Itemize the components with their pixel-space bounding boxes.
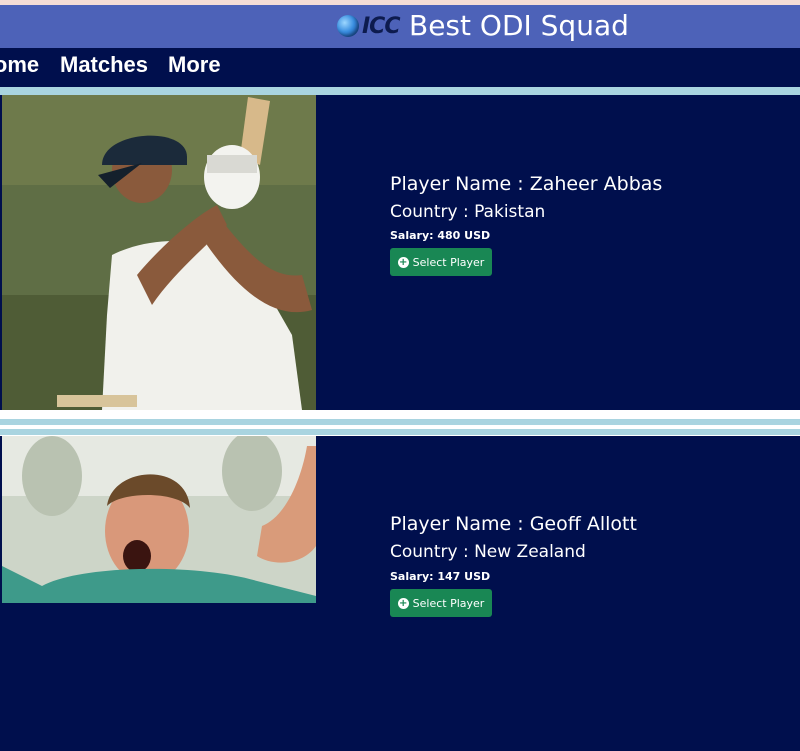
icc-logo[interactable]: ICC: [337, 13, 400, 39]
player-name: Player Name : Zaheer Abbas: [390, 173, 663, 195]
select-player-button[interactable]: + Select Player: [390, 248, 492, 276]
player-card: Player Name : Geoff Allott Country : New…: [0, 436, 800, 751]
nav-item-home[interactable]: Home: [0, 52, 39, 78]
logo-text: ICC: [362, 13, 400, 39]
plus-circle-icon: +: [397, 597, 409, 609]
title-bar: ICC Best ODI Squad: [0, 5, 800, 48]
separator: [0, 429, 800, 435]
player-card: Player Name : Zaheer Abbas Country : Pak…: [0, 95, 800, 410]
player-photo: [2, 95, 316, 410]
cricket-ball-icon: [337, 15, 359, 37]
select-player-label: Select Player: [412, 596, 485, 610]
player-name: Player Name : Geoff Allott: [390, 513, 637, 535]
nav-item-more[interactable]: More: [168, 52, 221, 78]
player-salary: Salary: 147 USD: [390, 570, 491, 583]
nav-bar: Home Matches More: [0, 48, 800, 87]
player-photo: [2, 436, 316, 751]
select-player-button[interactable]: + Select Player: [390, 589, 492, 617]
plus-circle-icon: +: [397, 256, 409, 268]
separator: [0, 87, 800, 95]
select-player-label: Select Player: [412, 255, 485, 269]
player-country: Country : Pakistan: [390, 202, 546, 222]
player-salary: Salary: 480 USD: [390, 229, 491, 242]
separator: [0, 419, 800, 425]
nav-item-matches[interactable]: Matches: [60, 52, 148, 78]
page-title: Best ODI Squad: [409, 9, 629, 42]
player-country: Country : New Zealand: [390, 542, 586, 562]
